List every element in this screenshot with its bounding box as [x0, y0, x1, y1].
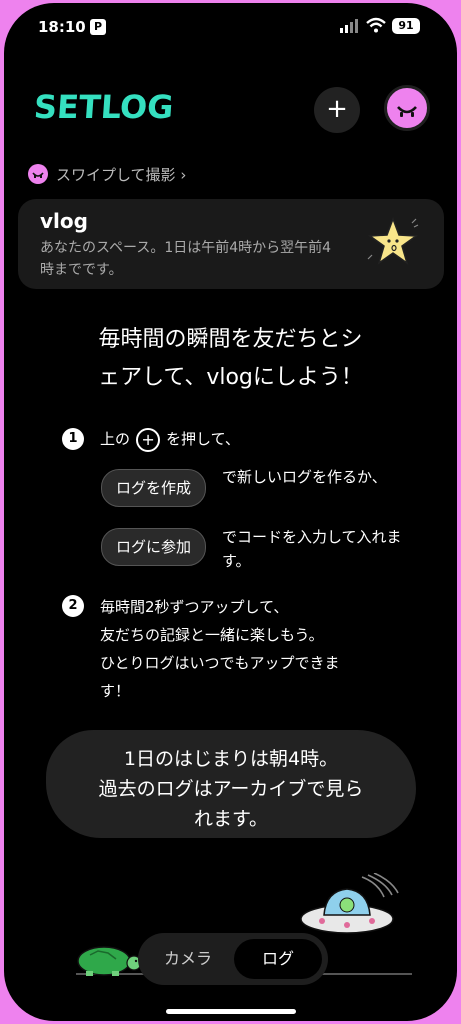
headline-line-1: 毎時間の瞬間を友だちとシ	[98, 327, 363, 352]
smiley-face-icon	[28, 164, 48, 184]
status-time: 18:10	[38, 18, 86, 36]
swipe-to-camera-hint[interactable]: スワイプして撮影 ›	[28, 161, 186, 187]
create-log-button[interactable]: ログを作成	[101, 469, 207, 507]
headline-line-2: ェアして、vlogにしよう！	[98, 365, 363, 390]
profile-avatar[interactable]	[384, 85, 430, 131]
step-2-number: 2	[62, 595, 84, 617]
step-1-prefix: 上の	[100, 430, 131, 448]
step-1-suffix: を押して、	[166, 430, 240, 448]
star-mascot-icon	[367, 216, 419, 265]
smiley-face-icon	[397, 106, 417, 117]
bottom-tab-bar: カメラ ログ	[138, 933, 328, 985]
space-card-title: vlog	[40, 209, 88, 233]
bubble-line: れます。	[193, 808, 269, 830]
plus-circle-icon: +	[136, 427, 161, 452]
app-notification-icon: P	[90, 19, 106, 35]
info-bubble: 1日のはじまりは朝4時。 過去のログはアーカイブで見ら れます。	[46, 730, 416, 838]
join-log-button[interactable]: ログに参加	[101, 528, 207, 566]
create-log-description: で新しいログを作るか、	[222, 468, 387, 486]
tab-log[interactable]: ログ	[234, 939, 322, 979]
info-bubble-text: 1日のはじまりは朝4時。 過去のログはアーカイブで見ら れます。	[46, 744, 416, 834]
status-bar: 18:10 P 91	[4, 3, 457, 53]
step-1-instruction: 上の + を押して、	[100, 425, 240, 453]
home-indicator[interactable]	[166, 1009, 296, 1014]
app-logo: SETLOG	[32, 88, 175, 126]
onboarding-headline: 毎時間の瞬間を友だちとシ ェアして、vlogにしよう！	[34, 321, 427, 397]
add-log-button[interactable]: +	[314, 87, 360, 133]
cellular-signal-icon	[340, 19, 358, 33]
step-2-instruction: 毎時間2秒ずつアップして、 友だちの記録と一緒に楽しもう。 ひとりログはいつでも…	[100, 593, 410, 705]
bubble-line: 1日のはじまりは朝4時。	[123, 748, 339, 770]
join-log-description: でコードを入力して入れます。	[222, 528, 402, 570]
step-1-number: 1	[62, 428, 84, 450]
step-2-line: 毎時間2秒ずつアップして、	[100, 598, 289, 616]
swipe-hint-label: スワイプして撮影 ›	[56, 165, 187, 184]
space-card[interactable]: vlog あなたのスペース。1日は午前4時から翌午前4時までです。	[18, 199, 444, 289]
phone-screen: 18:10 P 91 SETLOG + スワイプして撮影 › vlog あなたの…	[4, 3, 457, 1021]
step-2-line: 友だちの記録と一緒に楽しもう。	[100, 626, 324, 644]
tab-camera[interactable]: カメラ	[144, 939, 232, 979]
step-2-line: ひとりログはいつでもアップできま	[100, 654, 340, 672]
battery-icon: 91	[392, 18, 420, 34]
bubble-line: 過去のログはアーカイブで見ら	[98, 778, 364, 800]
step-2-line: す！	[100, 682, 131, 700]
space-card-description: あなたのスペース。1日は午前4時から翌午前4時までです。	[40, 240, 332, 278]
wifi-icon	[366, 17, 386, 33]
